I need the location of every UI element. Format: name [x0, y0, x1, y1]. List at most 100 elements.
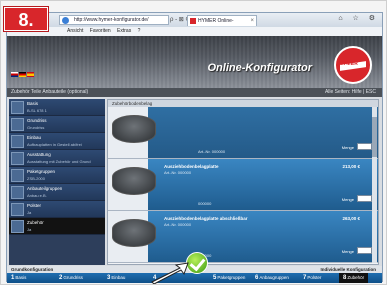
- sidebar-item-label: Anbauteilgruppen: [27, 186, 63, 191]
- product-price: 213,00 €: [342, 164, 360, 169]
- config-sidebar: Basis B-SL 678 1 Grundriss Grundriss Einba…: [9, 99, 105, 265]
- logo-text: HYMER: [339, 61, 359, 67]
- panel-scrollbar[interactable]: [372, 107, 377, 263]
- step-number: 6: [255, 275, 259, 281]
- flag-de-icon[interactable]: [19, 72, 26, 77]
- step-7-polster[interactable]: 7Polster: [303, 273, 321, 283]
- browser-tab[interactable]: HYMER Online-Konfigurator ×: [187, 15, 257, 34]
- step-number: 7: [303, 275, 307, 281]
- step-label: Polster: [307, 275, 322, 280]
- product-row[interactable]: Art.-Nr. 000000 Menge: [108, 107, 378, 159]
- step-6-anbaugruppen[interactable]: 6Anbaugruppen: [255, 273, 289, 283]
- menu-item-extras[interactable]: Extras: [117, 28, 131, 34]
- panel-header: Zubehörbodenbelag: [108, 100, 378, 107]
- sidebar-item-value: Ja: [27, 227, 32, 232]
- hymer-logo: HYMER: [334, 46, 372, 84]
- product-article-number: Art.-Nr. 000000: [164, 222, 192, 227]
- package-icon: [11, 169, 24, 182]
- sidebar-item-polster[interactable]: Polster Ja: [9, 201, 105, 218]
- step-5-paketgruppen[interactable]: 5Paketgruppen: [213, 273, 245, 283]
- tab-close-icon[interactable]: ×: [250, 16, 254, 26]
- product-image: [112, 167, 156, 195]
- sidebar-item-label: Einbau: [27, 135, 42, 140]
- sidebar-item-value: Ja: [27, 210, 32, 215]
- sidebar-item-value: Aufbauplatten in Gestell ab/frei: [27, 142, 82, 147]
- sidebar-item-label: Paketgruppen: [27, 169, 56, 174]
- menu-item-ansicht[interactable]: Ansicht: [67, 28, 83, 34]
- browser-toolbar-icons[interactable]: ⌂ ☆ ⚙: [338, 14, 379, 22]
- quantity-input[interactable]: [357, 143, 372, 150]
- product-image: [112, 219, 156, 247]
- sidebar-item-label: Polster: [27, 203, 42, 208]
- flag-uk-icon[interactable]: [11, 72, 18, 77]
- app-header: Online-Konfigurator HYMER: [7, 36, 382, 88]
- mount-icon: [11, 186, 24, 199]
- step-number: 5: [213, 275, 217, 281]
- product-row[interactable]: Ausziehbodenbelagplatte Art.-Nr. 000000 …: [108, 159, 378, 211]
- step-8-zubehoer[interactable]: 8Zubehör: [339, 273, 369, 283]
- sidebar-item-value: Grundriss: [27, 125, 45, 130]
- product-code: 000000: [198, 201, 212, 206]
- product-row[interactable]: Ausziehbodenbelagplatte abschließbar Art…: [108, 211, 378, 263]
- sidebar-item-value: B-SL 678 1: [27, 108, 47, 113]
- help-links[interactable]: Alle Seiten: Hilfe | ESC: [325, 88, 376, 97]
- menu-bar: Ansicht Favoriten Extras ?: [7, 27, 382, 36]
- step-label: Grundriss: [63, 275, 83, 280]
- basic-config-label: Grundkonfiguration: [11, 267, 54, 272]
- step-2-grundriss[interactable]: 2Grundriss: [59, 273, 83, 283]
- product-name: Ausziehbodenbelagplatte: [164, 164, 219, 169]
- address-text: http://www.hymer-konfigurator.de/: [74, 17, 149, 23]
- step-number: 1: [11, 275, 15, 281]
- product-image: [112, 115, 156, 143]
- pointer-arrow-icon: [151, 262, 189, 284]
- browser-window: http://www.hymer-konfigurator.de/ ρ - ⊠ …: [6, 12, 383, 283]
- product-name: Ausziehbodenbelagplatte abschließbar: [164, 216, 248, 221]
- sidebar-item-basis[interactable]: Basis B-SL 678 1: [9, 99, 105, 116]
- sidebar-item-value: Anbau e.B.: [27, 193, 47, 198]
- sidebar-item-zubehoer[interactable]: Zubehör Ja: [9, 218, 105, 235]
- address-bar[interactable]: http://www.hymer-konfigurator.de/: [59, 15, 169, 25]
- step-number-badge: 8.: [4, 7, 48, 31]
- step-label: Anbaugruppen: [259, 275, 289, 280]
- step-3-einbau[interactable]: 3Einbau: [107, 273, 125, 283]
- menu-item-favoriten[interactable]: Favoriten: [90, 28, 111, 34]
- product-price: 263,00 €: [342, 216, 360, 221]
- sidebar-item-label: Grundriss: [27, 118, 47, 123]
- favicon-icon: [190, 18, 196, 24]
- equipment-icon: [11, 152, 24, 165]
- quantity-label: Menge: [341, 145, 354, 150]
- quantity-input[interactable]: [357, 247, 372, 254]
- flag-es-icon[interactable]: [27, 72, 34, 77]
- browser-icon: [62, 17, 69, 24]
- vehicle-icon: [11, 101, 24, 114]
- sidebar-item-value: ZSB-2000: [27, 176, 46, 181]
- section-subbar: Zubehör Teile Anbauteile (optional) Alle…: [7, 88, 382, 97]
- step-1-basis[interactable]: 1Basis: [11, 273, 26, 283]
- menu-item-help[interactable]: ?: [138, 28, 141, 34]
- step-label: Zubehör: [347, 275, 365, 280]
- product-article-number: Art.-Nr. 000000: [164, 170, 192, 175]
- quantity-input[interactable]: [357, 195, 372, 202]
- app-title: Online-Konfigurator: [207, 62, 313, 74]
- step-number: 2: [59, 275, 63, 281]
- language-flags: [11, 72, 35, 79]
- header-texture: [7, 36, 382, 88]
- sidebar-item-einbau[interactable]: Einbau Aufbauplatten in Gestell ab/frei: [9, 133, 105, 150]
- sidebar-item-label: Ausstattung: [27, 152, 51, 157]
- floorplan-icon: [11, 118, 24, 131]
- step-label: Einbau: [111, 275, 126, 280]
- sidebar-item-paketgruppen[interactable]: Paketgruppen ZSB-2000: [9, 167, 105, 184]
- step-number: 8: [343, 275, 347, 281]
- interior-icon: [11, 135, 24, 148]
- sidebar-item-grundriss[interactable]: Grundriss Grundriss: [9, 116, 105, 133]
- step-label: Paketgruppen: [217, 275, 246, 280]
- sidebar-item-anbau[interactable]: Anbauteilgruppen Anbau e.B.: [9, 184, 105, 201]
- quantity-label: Menge: [341, 197, 354, 202]
- section-title: Zubehör Teile Anbauteile (optional): [11, 89, 89, 95]
- upholstery-icon: [11, 203, 24, 216]
- step-label: Basis: [15, 275, 27, 280]
- sidebar-item-ausstattung[interactable]: Ausstattung Ausstattung mit Zubehör und G…: [9, 150, 105, 167]
- individual-config-label: Individuelle Konfiguration: [320, 267, 377, 272]
- scrollbar-thumb[interactable]: [372, 117, 377, 157]
- sidebar-item-label: Basis: [27, 101, 39, 106]
